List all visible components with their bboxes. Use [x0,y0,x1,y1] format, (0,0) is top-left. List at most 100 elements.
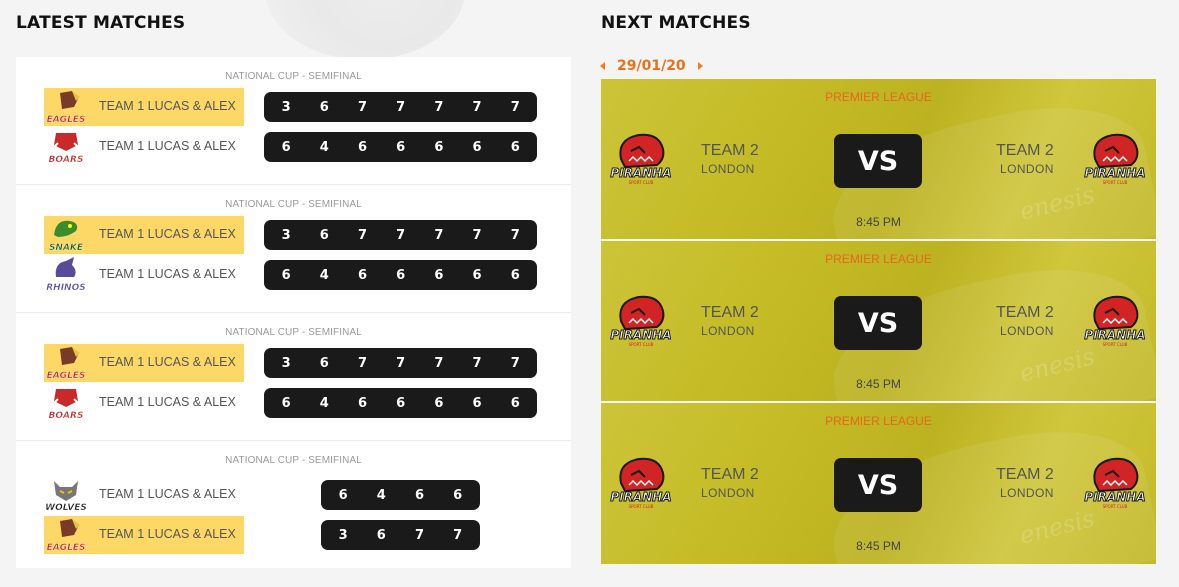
set-score: 4 [319,139,329,155]
away-team-logo: PIRANHA SPORT CLUB [1083,453,1147,511]
home-team-logo: PIRANHA SPORT CLUB [609,453,673,511]
set-score: 6 [434,139,444,155]
set-score: 4 [376,487,386,503]
set-score: 7 [357,99,367,115]
away-team-city: LONDON [1000,486,1054,500]
away-team-name: TEAM 2 [996,466,1054,483]
team-row: EAGLES TEAM 1 LUCAS & ALEX 3 6 7 7 7 7 7 [44,88,554,126]
team-box: BOARS TEAM 1 LUCAS & ALEX [44,384,244,422]
team-row: WOLVES TEAM 1 LUCAS & ALEX 6 4 6 6 [44,476,554,514]
score-sets: 6 4 6 6 6 6 6 [264,260,538,290]
away-team-logo: PIRANHA SPORT CLUB [1083,129,1147,187]
eagles-logo: EAGLES [46,89,86,125]
set-score: 6 [319,227,329,243]
next-matches-title: NEXT MATCHES [601,13,751,33]
set-score: 6 [453,487,463,503]
set-score: 7 [510,227,520,243]
match-time: 8:45 PM [856,539,901,553]
set-score: 6 [434,395,444,411]
fixture-card[interactable]: enesis PREMIER LEAGUE PIRANHA SPORT CLUB… [601,79,1156,239]
team-name: TEAM 1 LUCAS & ALEX [99,487,236,501]
score-sets: 3 6 7 7 7 7 7 [264,348,538,378]
set-score: 7 [396,99,406,115]
next-date-arrow-icon[interactable] [697,62,703,70]
svg-text:PIRANHA: PIRANHA [1084,166,1145,180]
set-score: 6 [319,99,329,115]
svg-text:WOLVES: WOLVES [46,503,86,513]
current-date: 29/01/20 [617,58,686,74]
set-score: 6 [510,139,520,155]
set-score: 7 [357,355,367,371]
team-name: TEAM 1 LUCAS & ALEX [99,395,236,409]
match-card[interactable]: NATIONAL CUP - SEMIFINAL EAGLES TEAM 1 LUC… [16,57,571,185]
league-label: PREMIER LEAGUE [825,252,932,266]
team-name: TEAM 1 LUCAS & ALEX [99,99,236,113]
set-score: 6 [396,395,406,411]
winner-team-box: EAGLES TEAM 1 LUCAS & ALEX [44,516,244,554]
set-score: 7 [434,99,444,115]
fixture-card[interactable]: enesis PREMIER LEAGUE PIRANHA SPORT CLUB… [601,403,1156,564]
home-team-logo: PIRANHA SPORT CLUB [609,129,673,187]
score-sets: 6 4 6 6 6 6 6 [264,388,538,418]
svg-text:SPORT CLUB: SPORT CLUB [1103,504,1128,509]
score-sets: 3 6 7 7 7 7 7 [264,92,538,122]
match-card[interactable]: NATIONAL CUP - SEMIFINAL EAGLES TEAM 1 LUC… [16,313,571,441]
set-score: 6 [472,267,482,283]
svg-text:EAGLES: EAGLES [47,543,86,553]
boars-logo: BOARS [46,129,86,165]
svg-text:EAGLES: EAGLES [47,371,86,381]
competition-label: NATIONAL CUP - SEMIFINAL [225,71,362,82]
set-score: 6 [510,267,520,283]
set-score: 7 [434,227,444,243]
team-row: BOARS TEAM 1 LUCAS & ALEX 6 4 6 6 6 6 6 [44,384,554,422]
score-sets: 3 6 7 7 [321,520,480,550]
home-team-city: LONDON [701,324,755,338]
eagles-logo: EAGLES [46,345,86,381]
set-score: 7 [396,227,406,243]
home-team: TEAM 2 LONDON [701,142,759,176]
svg-text:PIRANHA: PIRANHA [610,328,671,342]
set-score: 7 [510,99,520,115]
vs-badge: VS [834,134,922,188]
home-team-city: LONDON [701,162,755,176]
away-team: TEAM 2 LONDON [996,466,1054,500]
away-team-logo: PIRANHA SPORT CLUB [1083,291,1147,349]
team-name: TEAM 1 LUCAS & ALEX [99,227,236,241]
set-score: 7 [472,355,482,371]
team-name: TEAM 1 LUCAS & ALEX [99,139,236,153]
svg-text:RHINOS: RHINOS [46,283,85,293]
set-score: 7 [434,355,444,371]
team-name: TEAM 1 LUCAS & ALEX [99,355,236,369]
set-score: 4 [319,395,329,411]
svg-text:SPORT CLUB: SPORT CLUB [1103,342,1128,347]
set-score: 6 [281,139,291,155]
match-card[interactable]: NATIONAL CUP - SEMIFINAL WOLVES TEAM 1 LUC… [16,441,571,569]
set-score: 6 [357,395,367,411]
set-score: 3 [281,227,291,243]
home-team-name: TEAM 2 [701,466,759,483]
team-box: RHINOS TEAM 1 LUCAS & ALEX [44,256,244,294]
background-ball-decoration [265,0,465,60]
set-score: 7 [414,527,424,543]
set-score: 6 [510,395,520,411]
fixture-card[interactable]: enesis PREMIER LEAGUE PIRANHA SPORT CLUB… [601,241,1156,401]
date-navigator: 29/01/20 [600,57,703,75]
match-time: 8:45 PM [856,377,901,391]
competition-label: NATIONAL CUP - SEMIFINAL [225,455,362,466]
home-team-name: TEAM 2 [701,142,759,159]
match-card[interactable]: NATIONAL CUP - SEMIFINAL SNAKE TEAM 1 LUCA… [16,185,571,313]
winner-team-box: EAGLES TEAM 1 LUCAS & ALEX [44,344,244,382]
competition-label: NATIONAL CUP - SEMIFINAL [225,199,362,210]
set-score: 6 [434,267,444,283]
team-row: SNAKE TEAM 1 LUCAS & ALEX 3 6 7 7 7 7 7 [44,216,554,254]
latest-matches-title: LATEST MATCHES [16,13,186,33]
set-score: 3 [338,527,348,543]
home-team: TEAM 2 LONDON [701,304,759,338]
set-score: 7 [472,227,482,243]
set-score: 6 [281,267,291,283]
team-name: TEAM 1 LUCAS & ALEX [99,527,236,541]
svg-text:PIRANHA: PIRANHA [610,166,671,180]
team-box: WOLVES TEAM 1 LUCAS & ALEX [44,476,244,514]
prev-date-arrow-icon[interactable] [600,62,605,70]
league-label: PREMIER LEAGUE [825,90,932,104]
